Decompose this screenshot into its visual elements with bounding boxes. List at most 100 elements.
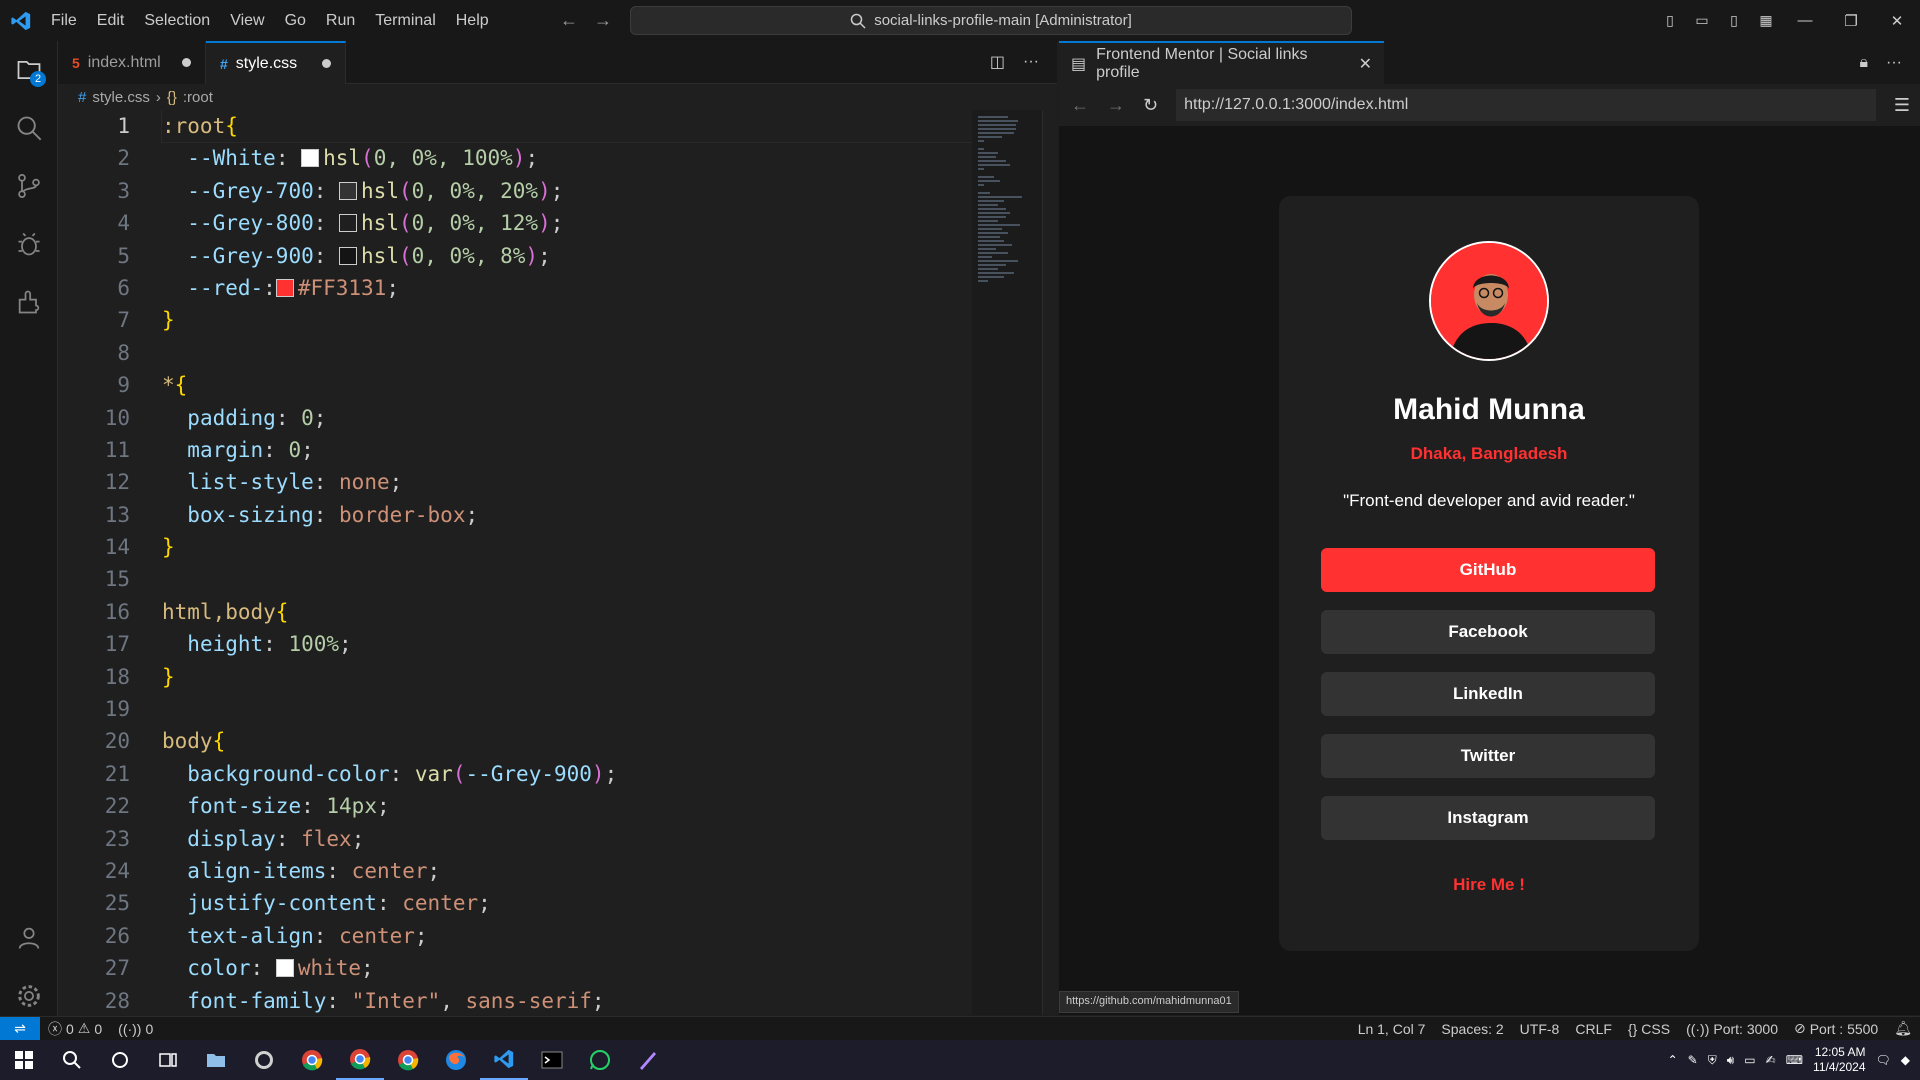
- forward-arrow-icon[interactable]: →: [594, 10, 612, 31]
- code-line: html,body{: [162, 599, 289, 624]
- remote-indicator-icon[interactable]: ⇌: [0, 1016, 40, 1041]
- search-icon[interactable]: [0, 99, 58, 157]
- source-control-icon[interactable]: [0, 157, 58, 215]
- live-server-status[interactable]: ⊘ Port : 5500: [1786, 1020, 1886, 1037]
- customize-layout-icon[interactable]: ▦: [1750, 0, 1782, 41]
- back-arrow-icon[interactable]: ←: [1071, 95, 1089, 116]
- toggle-secondary-sidebar-icon[interactable]: ▯: [1718, 0, 1750, 41]
- security-shield-icon[interactable]: ⛨: [1708, 1053, 1717, 1068]
- accounts-icon[interactable]: [0, 909, 58, 967]
- instagram-link-button[interactable]: Instagram: [1321, 796, 1655, 840]
- hire-me-link[interactable]: Hire Me !: [1279, 875, 1699, 895]
- tab-index-html[interactable]: 5 index.html: [58, 41, 206, 84]
- github-link-button[interactable]: GitHub: [1321, 548, 1655, 592]
- line-number: 23: [104, 826, 130, 851]
- tab-style-css[interactable]: # style.css: [206, 41, 346, 84]
- chrome-profile-icon[interactable]: [336, 1040, 384, 1080]
- end-of-line[interactable]: CRLF: [1567, 1021, 1620, 1037]
- linkedin-link-button[interactable]: LinkedIn: [1321, 672, 1655, 716]
- vscode-taskbar-icon[interactable]: [480, 1040, 528, 1080]
- pen-app-icon[interactable]: [624, 1040, 672, 1080]
- pen-icon[interactable]: ✎: [1688, 1053, 1698, 1067]
- lock-icon[interactable]: 🔒︎: [1860, 54, 1869, 72]
- url-input[interactable]: http://127.0.0.1:3000/index.html: [1176, 89, 1876, 121]
- code-editor[interactable]: 1 2 3 4 5 6 7 8 9 10 11 12 13 14 15 16 1…: [58, 110, 972, 1015]
- notification-center-icon[interactable]: 🗨︎: [1876, 1053, 1891, 1067]
- color-swatch-icon[interactable]: [275, 959, 294, 978]
- menu-run[interactable]: Run: [316, 0, 365, 41]
- code-lines[interactable]: :root{ --White: hsl(0, 0%, 100%); --Grey…: [161, 110, 972, 1015]
- command-center[interactable]: social-links-profile-main [Administrator…: [630, 6, 1352, 35]
- language-mode[interactable]: {} CSS: [1620, 1021, 1678, 1037]
- value: 0: [288, 437, 302, 462]
- toggle-panel-icon[interactable]: ▭: [1686, 0, 1718, 41]
- chrome-icon[interactable]: [288, 1040, 336, 1080]
- terminal-icon[interactable]: [528, 1040, 576, 1080]
- more-actions-icon[interactable]: ···: [1023, 53, 1039, 71]
- file-explorer-icon[interactable]: [192, 1040, 240, 1080]
- menu-terminal[interactable]: Terminal: [365, 0, 445, 41]
- link-hover-status: https://github.com/mahidmunna01: [1059, 991, 1239, 1013]
- taskbar-search-icon[interactable]: [48, 1040, 96, 1080]
- cortana-icon[interactable]: [96, 1040, 144, 1080]
- menu-file[interactable]: File: [41, 0, 87, 41]
- explorer-icon[interactable]: 2: [0, 41, 58, 99]
- minimap[interactable]: [972, 110, 1042, 1015]
- firefox-icon[interactable]: [432, 1040, 480, 1080]
- unsaved-dot-icon[interactable]: [182, 58, 191, 67]
- keyboard-icon[interactable]: ⌨: [1786, 1053, 1803, 1067]
- color-swatch-icon[interactable]: [339, 181, 358, 200]
- problems-status[interactable]: ⓧ 0 ⚠ 0: [40, 1019, 110, 1039]
- restore-icon[interactable]: ❐: [1828, 0, 1874, 41]
- property: justify-content: [187, 891, 377, 916]
- code-line: background-color: var(--Grey-900);: [187, 761, 618, 786]
- breadcrumb-file[interactable]: style.css: [92, 89, 150, 106]
- color-swatch-icon[interactable]: [301, 149, 320, 168]
- volume-icon[interactable]: 🔊︎: [1727, 1053, 1735, 1068]
- selector: body: [162, 729, 213, 754]
- back-arrow-icon[interactable]: ←: [560, 10, 578, 31]
- chevron-up-icon[interactable]: ⌃: [1668, 1053, 1678, 1067]
- menu-go[interactable]: Go: [275, 0, 316, 41]
- cursor-position[interactable]: Ln 1, Col 7: [1350, 1021, 1434, 1037]
- port-status[interactable]: ((·)) Port: 3000: [1678, 1021, 1786, 1037]
- chrome-profile-icon[interactable]: [384, 1040, 432, 1080]
- windows-start-icon[interactable]: [0, 1040, 48, 1080]
- close-window-icon[interactable]: ✕: [1874, 0, 1920, 41]
- menu-selection[interactable]: Selection: [134, 0, 220, 41]
- tab-preview[interactable]: ▤ Frontend Mentor | Social links profile…: [1059, 41, 1384, 84]
- breadcrumb-symbol[interactable]: :root: [183, 89, 213, 106]
- menu-help[interactable]: Help: [446, 0, 499, 41]
- line-number: 8: [117, 340, 130, 365]
- extensions-icon[interactable]: [0, 273, 58, 331]
- whatsapp-icon[interactable]: [576, 1040, 624, 1080]
- pen-workspace-icon[interactable]: ✍: [1766, 1053, 1776, 1067]
- indentation[interactable]: Spaces: 2: [1433, 1021, 1511, 1037]
- minimize-icon[interactable]: —: [1782, 0, 1828, 41]
- network-icon[interactable]: ▭: [1744, 1053, 1755, 1067]
- reload-icon[interactable]: ↻: [1143, 95, 1158, 116]
- editor-scrollbar[interactable]: [1042, 110, 1057, 1015]
- color-swatch-icon[interactable]: [339, 246, 358, 265]
- facebook-link-button[interactable]: Facebook: [1321, 610, 1655, 654]
- toggle-primary-sidebar-icon[interactable]: ▯: [1654, 0, 1686, 41]
- twitter-link-button[interactable]: Twitter: [1321, 734, 1655, 778]
- split-editor-icon[interactable]: ◫: [990, 52, 1005, 72]
- run-debug-icon[interactable]: [0, 215, 58, 273]
- menu-hamburger-icon[interactable]: ☰: [1894, 95, 1920, 116]
- unsaved-dot-icon[interactable]: [322, 59, 331, 68]
- more-actions-icon[interactable]: ···: [1886, 54, 1902, 72]
- task-view-icon[interactable]: [144, 1040, 192, 1080]
- forward-arrow-icon[interactable]: →: [1107, 95, 1125, 116]
- ports-status[interactable]: ((·)) 0: [110, 1021, 161, 1037]
- clock[interactable]: 12:05 AM 11/4/2024: [1813, 1045, 1866, 1075]
- close-icon[interactable]: ✕: [1359, 54, 1372, 74]
- obs-icon[interactable]: [240, 1040, 288, 1080]
- menu-view[interactable]: View: [220, 0, 274, 41]
- menu-edit[interactable]: Edit: [87, 0, 135, 41]
- encoding[interactable]: UTF-8: [1512, 1021, 1568, 1037]
- copilot-icon[interactable]: ◆: [1901, 1053, 1910, 1067]
- color-swatch-icon[interactable]: [339, 214, 358, 233]
- color-swatch-icon[interactable]: [275, 278, 294, 297]
- notifications-bell-icon[interactable]: 🔔︎: [1886, 1020, 1920, 1037]
